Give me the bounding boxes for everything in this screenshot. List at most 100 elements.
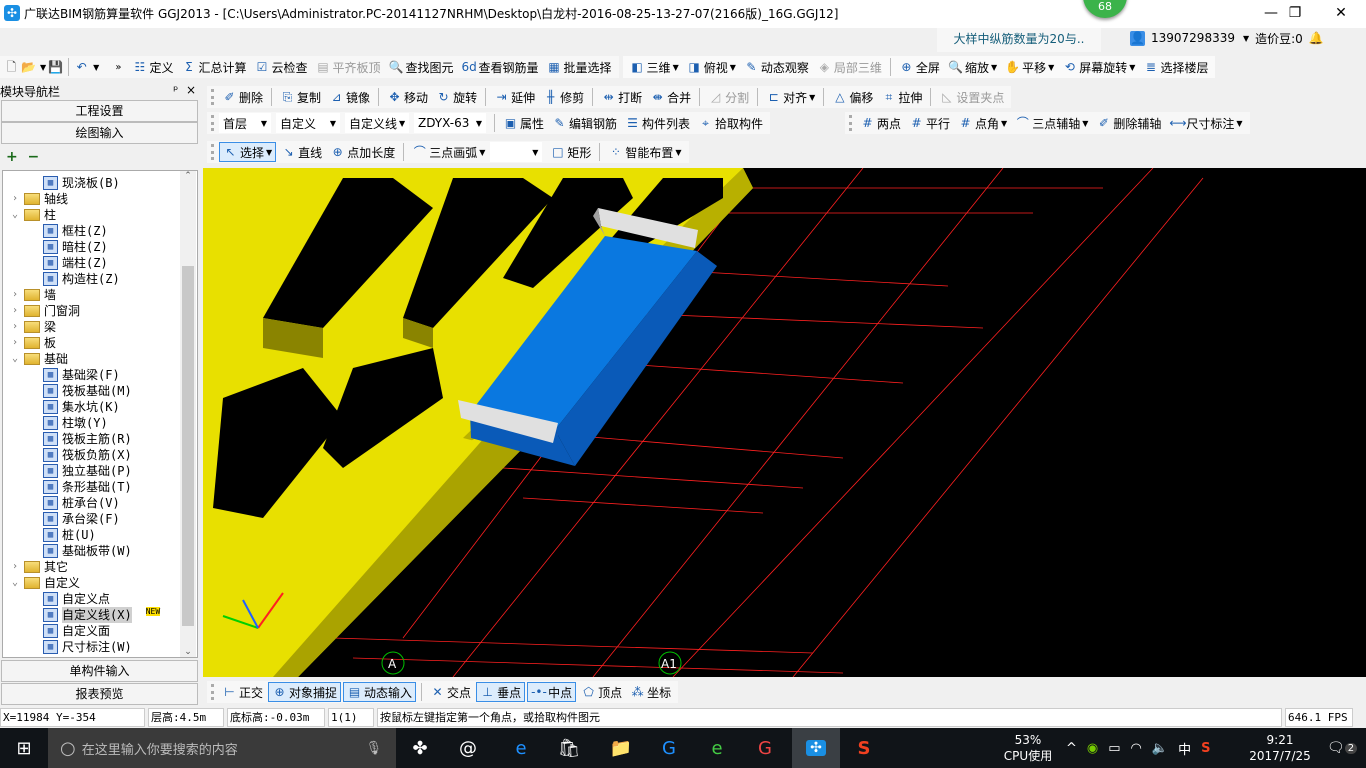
snap-button-5[interactable]: -•- 中点 — [527, 682, 577, 702]
tree-folder[interactable]: › 其它 — [9, 559, 68, 575]
chevron-down-icon[interactable]: ▼ — [1082, 119, 1088, 128]
tree-scrollbar[interactable]: ⌃ ⌄ — [180, 171, 196, 657]
toolbar_view-button-2[interactable]: ✎ 动态观察 — [741, 57, 812, 77]
tree-folder[interactable]: › 轴线 — [9, 191, 68, 207]
toolbar_edit-button-7[interactable]: ⇹ 打断 — [598, 87, 645, 107]
report-preview-button[interactable]: 报表预览 — [1, 683, 198, 705]
tree-item[interactable]: ▦ 自定义线(X) NEW — [43, 607, 161, 623]
chevron-down-icon[interactable]: ▼ — [266, 148, 272, 157]
tree-folder[interactable]: › 墙 — [9, 287, 56, 303]
windows-start-icon[interactable]: ⊞ — [0, 728, 48, 768]
nvidia-icon[interactable]: ◉ — [1087, 741, 1098, 756]
component-tree[interactable]: ⌃ ⌄ ▦ 现浇板(B) › 轴线 ⌄ 柱 ▦ 框柱(Z) ▦ 暗柱(Z) ▦ 端柱(Z) ▦ 构造柱(Z… — [2, 170, 198, 658]
tree-item[interactable]: ▦ 尺寸标注(W) — [43, 639, 132, 655]
tree-item[interactable]: ▦ 自定义面 — [43, 623, 110, 639]
toolbar_axis-button-3[interactable]: ⌒ 三点辅轴 ▼ — [1012, 113, 1091, 133]
tree-item[interactable]: ▦ 集水坑(K) — [43, 399, 120, 415]
sogou-icon[interactable]: S — [840, 728, 888, 768]
toolbar_draw-button-2[interactable]: ⊕ 点加长度 — [327, 142, 398, 162]
snap-button-3[interactable]: ✕ 交点 — [427, 682, 474, 702]
save-icon[interactable]: 💾 — [48, 60, 63, 75]
chevron-down-icon[interactable]: ▼ — [809, 93, 815, 102]
file-explorer-icon[interactable]: 📁 — [597, 728, 645, 768]
chevron-down-icon[interactable]: ▼ — [730, 63, 736, 72]
toolbar_edit-button-10[interactable]: ⊏ 对齐 ▼ — [763, 87, 818, 107]
toolbar_view-button-0[interactable]: ◧ 三维 ▼ — [627, 57, 682, 77]
tree-item[interactable]: ▦ 筏板主筋(R) — [43, 431, 132, 447]
toolbar_edit-button-8[interactable]: ⇼ 合并 — [647, 87, 694, 107]
collapse-all-icon[interactable]: − — [27, 149, 39, 165]
toolbar1-button-3[interactable]: ▤ 平齐板顶 — [312, 57, 383, 77]
restore-button[interactable]: ❐ — [1272, 0, 1318, 28]
tree-folder[interactable]: ⌄ 基础 — [9, 351, 68, 367]
toolbar_axis-button-1[interactable]: # 平行 — [906, 113, 953, 133]
close-icon[interactable]: × — [186, 83, 196, 97]
chevron-down-icon[interactable]: ▼ — [675, 148, 681, 157]
3d-scene[interactable]: A A1 — [203, 168, 1366, 677]
expand-all-icon[interactable]: + — [6, 149, 18, 165]
toolbar1-button-4[interactable]: 🔍 查找图元 — [386, 57, 457, 77]
notice-banner[interactable]: 大样中纵筋数量为20与.. — [937, 28, 1101, 52]
bell-icon[interactable]: 🔔 — [1309, 31, 1324, 45]
chevron-down-icon[interactable]: ▼ — [93, 63, 99, 72]
user-account[interactable]: 13907298339 — [1151, 31, 1235, 45]
toolbar_prop-button-0[interactable]: ▣ 属性 — [500, 113, 547, 133]
pin-icon[interactable]: ᵖ — [173, 83, 178, 97]
chevron-down-icon[interactable]: ▼ — [40, 63, 46, 72]
expand-toggle-icon[interactable]: ⌄ — [9, 351, 21, 367]
fan-app-icon[interactable]: ✤ — [396, 728, 444, 768]
battery-icon[interactable]: ▭ — [1108, 741, 1120, 756]
snap-button-2[interactable]: ▤ 动态输入 — [343, 682, 417, 702]
expand-toggle-icon[interactable]: › — [9, 287, 21, 303]
tree-item[interactable]: ▦ 框柱(Z) — [43, 223, 108, 239]
toolbar_edit-button-6[interactable]: ╫ 修剪 — [540, 87, 587, 107]
toolbar1-button-1[interactable]: Σ 汇总计算 — [178, 57, 249, 77]
search-box[interactable]: ○ 在这里输入你要搜索的内容 🎙 — [48, 728, 396, 768]
chevron-down-icon[interactable]: ▼ — [1236, 119, 1242, 128]
toolbar_prop-button-2[interactable]: ☰ 构件列表 — [622, 113, 693, 133]
tree-folder[interactable]: › 板 — [9, 335, 56, 351]
toolbar_draw-button-3[interactable]: ⌒ 三点画弧 ▼ — [409, 142, 488, 162]
toolbar1-button-2[interactable]: ☑ 云检查 — [251, 57, 310, 77]
snap-button-7[interactable]: ⁂ 坐标 — [627, 682, 674, 702]
toolbar1-button-6[interactable]: ▦ 批量选择 — [544, 57, 615, 77]
tree-item[interactable]: ▦ 筏板基础(M) — [43, 383, 132, 399]
chevron-down-icon[interactable]: ▼ — [1243, 34, 1249, 43]
toolbar_edit-button-0[interactable]: ✐ 删除 — [219, 87, 266, 107]
toolbar1-button-5[interactable]: 6d 查看钢筋量 — [459, 57, 542, 77]
tree-item[interactable]: ▦ 现浇板(B) — [43, 175, 120, 191]
toolbar_edit-button-12[interactable]: ⌗ 拉伸 — [878, 87, 925, 107]
tree-item[interactable]: ▦ 柱墩(Y) — [43, 415, 108, 431]
toolbar_edit-button-13[interactable]: ◺ 设置夹点 — [936, 87, 1007, 107]
chevron-down-icon[interactable]: ▼ — [991, 63, 997, 72]
toolbar1-button-0[interactable]: ☷ 定义 — [129, 57, 176, 77]
ggj-app-icon[interactable]: ✣ — [792, 728, 840, 768]
wifi-icon[interactable]: ◠ — [1131, 741, 1142, 756]
clock[interactable]: 9:21 2017/7/25 — [1240, 732, 1320, 764]
new-file-icon[interactable]: 🗋 — [4, 60, 19, 75]
ie-green-icon[interactable]: e — [693, 728, 741, 768]
tree-item[interactable]: ▦ 桩(U) — [43, 527, 96, 543]
toolbar_edit-button-9[interactable]: ◿ 分割 — [705, 87, 752, 107]
tree-item[interactable]: ▦ 构造柱(Z) — [43, 271, 120, 287]
snap-button-0[interactable]: ⊢ 正交 — [219, 682, 266, 702]
expand-toggle-icon[interactable]: ⌄ — [9, 207, 21, 223]
expand-toggle-icon[interactable]: › — [9, 335, 21, 351]
glodon-red-icon[interactable]: G — [741, 728, 789, 768]
snap-button-1[interactable]: ⊕ 对象捕捉 — [268, 682, 342, 702]
arc-mode-select[interactable]: ▼ — [490, 142, 543, 162]
toolbar_edit-button-5[interactable]: ⇥ 延伸 — [491, 87, 538, 107]
chevron-down-icon[interactable]: ▼ — [1001, 119, 1007, 128]
tree-item[interactable]: ▦ 桩承台(V) — [43, 495, 120, 511]
toolbar_draw-button-4[interactable]: □ 矩形 — [547, 142, 594, 162]
toolbar_draw-button-5[interactable]: ⁘ 智能布置 ▼ — [605, 142, 684, 162]
toolbar_prop-button-1[interactable]: ✎ 编辑钢筋 — [549, 113, 620, 133]
toolbar_view-button-4[interactable]: ⊕ 全屏 — [896, 57, 943, 77]
expand-toggle-icon[interactable]: › — [9, 191, 21, 207]
toolbar_draw-button-1[interactable]: ↘ 直线 — [278, 142, 325, 162]
swirl-app-icon[interactable]: @ — [444, 728, 492, 768]
toolbar_axis-button-5[interactable]: ⟷ 尺寸标注 ▼ — [1166, 113, 1245, 133]
toolbar_axis-button-4[interactable]: ✐ 删除辅轴 — [1093, 113, 1164, 133]
toolbar_view-button-7[interactable]: ⟲ 屏幕旋转 ▼ — [1059, 57, 1138, 77]
tree-item[interactable]: ▦ 条形基础(T) — [43, 479, 132, 495]
